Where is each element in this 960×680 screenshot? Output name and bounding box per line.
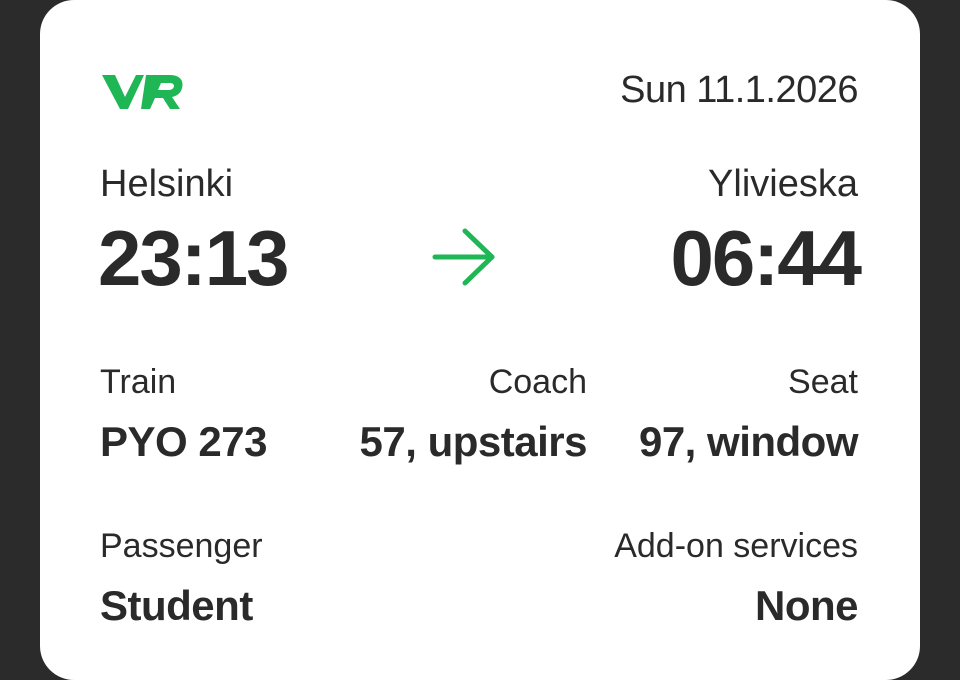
seat-label: Seat xyxy=(788,363,858,401)
vr-logo xyxy=(102,75,183,109)
seat-value: 97, window xyxy=(638,418,859,465)
coach-value: 57, upstairs xyxy=(359,418,588,465)
addon-services-label: Add-on services xyxy=(614,527,858,565)
train-label: Train xyxy=(100,363,177,401)
passenger-value: Student xyxy=(100,582,253,629)
departure-city: Helsinki xyxy=(100,163,234,205)
coach-label: Coach xyxy=(488,363,587,401)
arrival-time: 06:44 xyxy=(670,214,862,302)
arrow-right-icon xyxy=(432,228,495,286)
passenger-label: Passenger xyxy=(100,527,263,565)
arrival-city: Ylivieska xyxy=(708,163,858,205)
train-value: PYO 273 xyxy=(100,418,267,465)
addon-services-value: None xyxy=(755,582,859,629)
travel-date: Sun 11.1.2026 xyxy=(620,69,858,111)
departure-time: 23:13 xyxy=(98,214,289,302)
